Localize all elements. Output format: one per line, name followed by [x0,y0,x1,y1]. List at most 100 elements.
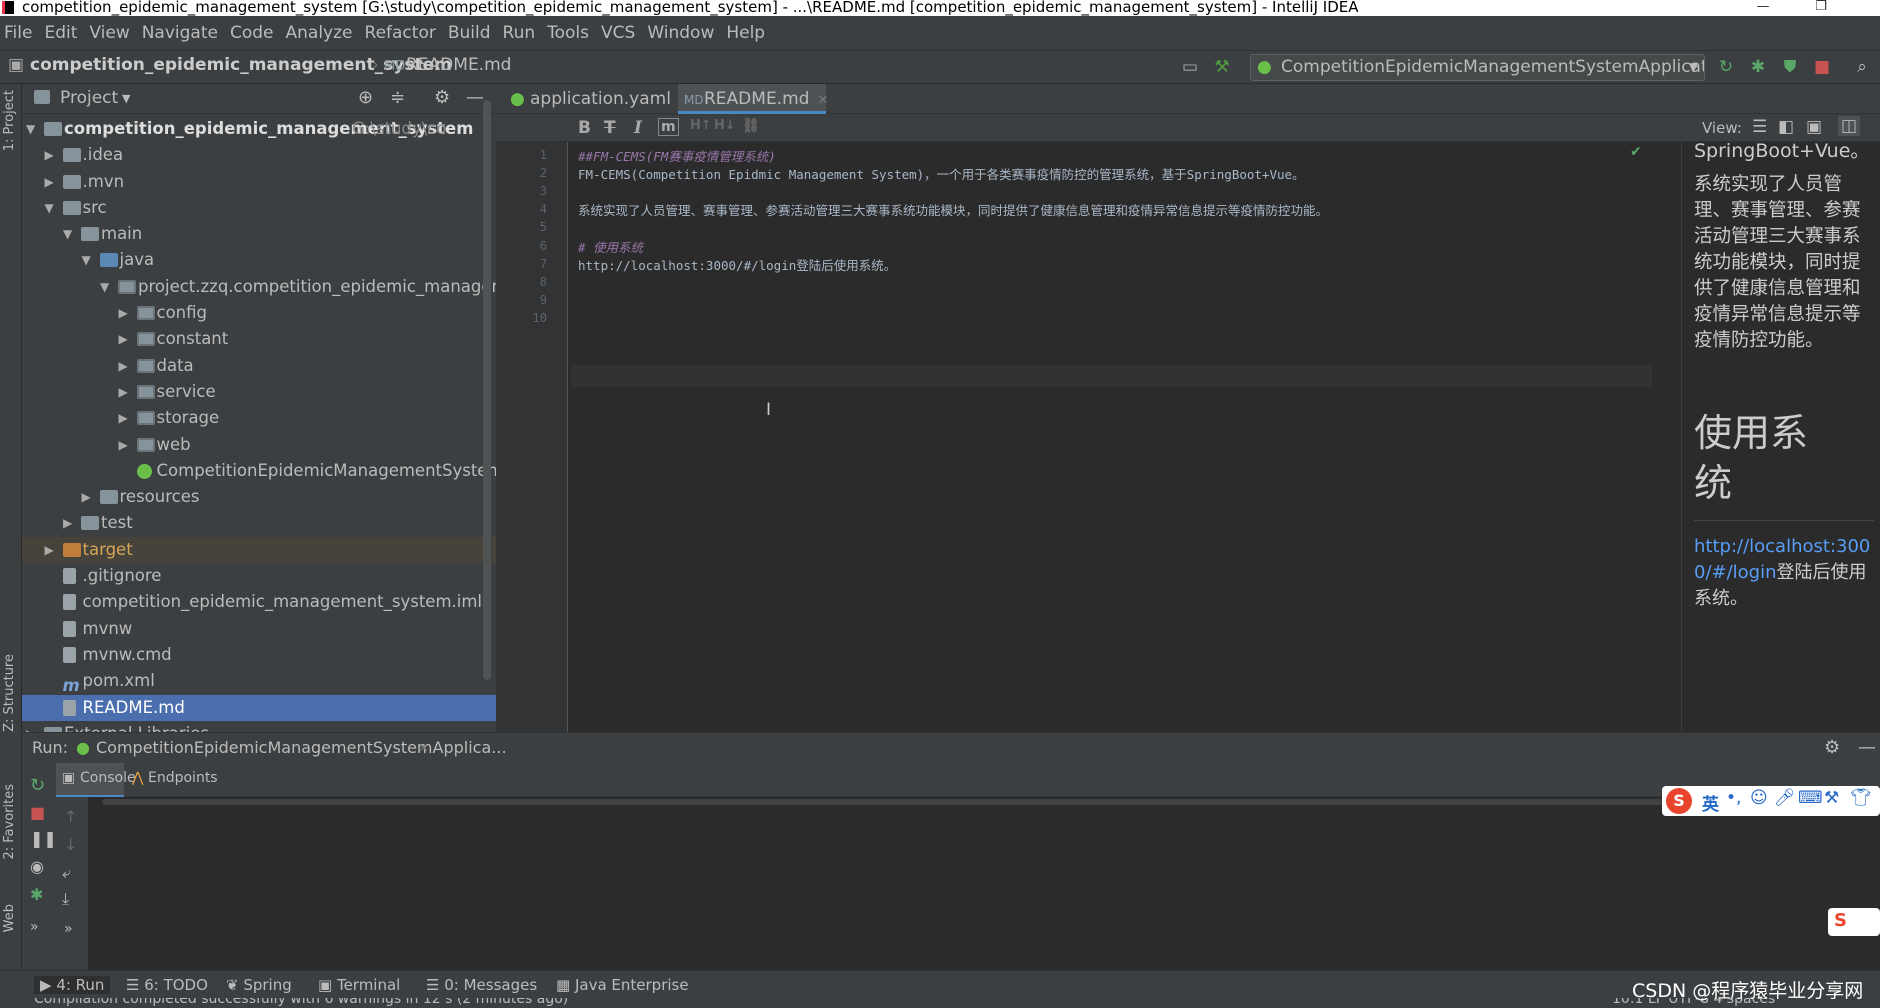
minimize-icon[interactable]: — [1748,0,1778,16]
tree-item[interactable]: ▶ storage [22,405,496,431]
tool-tab-spring[interactable]: ❦ Spring [226,976,292,994]
sogou-logo-icon[interactable]: S [1666,788,1692,814]
tab-console[interactable]: ▣ Console [56,763,136,797]
locate-target-icon[interactable]: ⊕ [358,87,373,108]
arrow-down-icon[interactable]: ↓ [64,835,77,854]
close-icon[interactable]: ✕ [817,93,828,108]
chevron-down-icon[interactable]: ▼ [26,116,38,142]
arrow-up-icon[interactable]: ↑ [64,807,77,826]
tool-tab-terminal[interactable]: ▣ Terminal [318,976,400,994]
tool-tab-project[interactable]: 1: Project [2,90,17,151]
ime-floating-widget[interactable]: S [1828,908,1880,936]
menu-item-file[interactable]: File [4,23,32,43]
tab-readme-md[interactable]: MD README.md ✕ [678,84,828,114]
chevron-down-icon[interactable]: ▼ [82,247,94,273]
chevron-right-icon[interactable]: ▶ [119,405,131,431]
italic-icon[interactable]: I [634,118,642,138]
tool-tab-favorites[interactable]: 2: Favorites [2,784,17,860]
inspection-ok-icon[interactable]: ✔ [1630,144,1642,160]
chevron-right-icon[interactable]: ▶ [45,169,57,195]
soft-wrap-icon[interactable]: ⤶ [62,863,71,883]
tree-item[interactable]: ▶ service [22,379,496,405]
menu-item-build[interactable]: Build [448,23,491,43]
tree-item[interactable]: ▶ config [22,300,496,326]
tree-item[interactable]: mvnw.cmd [22,642,496,668]
debug-bug-icon[interactable]: ✱ [30,885,43,904]
link-icon[interactable]: ⛓ [742,118,760,134]
emoji-icon[interactable]: ☺ [1750,788,1768,808]
code-icon[interactable]: m [658,118,679,136]
maximize-icon[interactable]: ❐ [1806,0,1836,16]
chevron-right-icon[interactable]: ▶ [119,353,131,379]
project-scrollbar[interactable] [483,100,491,680]
console-hscrollbar[interactable] [102,799,1802,805]
chevron-right-icon[interactable]: ▶ [119,379,131,405]
gear-icon[interactable]: ⚙ [434,87,450,108]
ime-language-label[interactable]: 英 [1702,790,1719,815]
chevron-down-icon[interactable]: ▼ [122,92,130,105]
debug-bug-icon[interactable]: ✱ [1748,57,1768,77]
microphone-icon[interactable]: 🎤︎ [1774,788,1796,808]
code-editor[interactable]: ✔ Ⅰ ##FM-CEMS(FM赛事疫情管理系统) FM-CEMS(Competi… [570,142,1652,732]
chevron-down-icon[interactable]: ▼ [63,221,75,247]
tree-item[interactable]: ▶ test [22,510,496,536]
stop-icon[interactable]: ■ [1812,57,1832,77]
tree-item[interactable]: ▼ java [22,247,496,273]
strikethrough-icon[interactable]: T [604,118,616,138]
tab-endpoints[interactable]: ⋀ Endpoints [130,763,220,797]
tree-item[interactable]: .gitignore [22,563,496,589]
run-configuration-select[interactable]: ● CompetitionEpidemicManagementSystemApp… [1250,54,1705,81]
tree-item[interactable]: ▶ data [22,353,496,379]
collapse-all-icon[interactable]: ≑ [390,87,405,108]
coverage-shield-icon[interactable]: ⛊ [1780,57,1800,77]
tool-tab-web[interactable]: Web [2,904,17,932]
tree-item[interactable]: ▶ target [22,536,496,564]
chevron-right-icon[interactable]: ▶ [26,721,38,732]
chevron-down-icon[interactable]: ▼ [45,195,57,221]
tree-item[interactable]: ▼ project.zzq.competition_epidemic_manage… [22,274,496,300]
menu-item-edit[interactable]: Edit [44,23,77,43]
chevron-right-icon[interactable]: ▶ [45,537,57,563]
more-icon[interactable]: » [30,919,39,935]
tree-item[interactable]: ▶ constant [22,326,496,352]
chevron-down-icon[interactable]: ▼ [100,274,112,300]
build-hammer-icon[interactable]: ⚒ [1212,57,1232,77]
menu-item-vcs[interactable]: VCS [601,23,635,43]
chevron-right-icon[interactable]: ▶ [63,510,75,536]
pause-icon[interactable]: ❚❚ [30,829,57,848]
hide-panel-icon[interactable]: — [466,87,484,108]
header-down-icon[interactable]: H↓ [714,118,736,133]
scroll-to-end-icon[interactable]: ⤓ [62,889,69,909]
preview-only-icon[interactable]: ▣ [1806,117,1822,137]
sync-scroll-icon[interactable]: ◫ [1838,116,1861,136]
search-icon[interactable]: ⌕ [1852,57,1872,77]
editor-only-icon[interactable]: ☰ [1752,117,1767,137]
header-up-icon[interactable]: H↑ [690,118,712,133]
tree-item[interactable]: ▶ .mvn [22,169,496,195]
tab-application-yaml[interactable]: ● application.yaml✕ [504,84,690,114]
hide-panel-icon[interactable]: — [1858,737,1876,758]
tree-item[interactable]: ▶ External Libraries [22,721,496,732]
stop-icon[interactable]: ■ [30,803,45,822]
tool-tab-structure[interactable]: Z: Structure [2,654,17,732]
run-config-tab[interactable]: CompetitionEpidemicManagementSystemAppli… [96,738,507,757]
layout-icon[interactable]: ▭ [1180,57,1200,77]
chevron-right-icon[interactable]: ▶ [119,326,131,352]
skin-shirt-icon[interactable]: 👕︎ [1850,788,1872,808]
tool-tab-messages[interactable]: ☰ 0: Messages [426,976,537,994]
tree-item[interactable]: ▼ main [22,221,496,247]
tree-item[interactable]: ▶ .idea [22,142,496,168]
tool-tab-todo[interactable]: ☰ 6: TODO [126,976,208,994]
split-view-icon[interactable]: ◧ [1778,117,1794,137]
tree-item[interactable]: mvnw [22,616,496,642]
tree-item[interactable]: competition_epidemic_management_system.i… [22,589,496,615]
tree-item[interactable]: ▼ src [22,195,496,221]
keyboard-icon[interactable]: ⌨ [1798,788,1823,808]
chevron-right-icon[interactable]: ▶ [119,300,131,326]
more-icon[interactable]: » [64,921,73,937]
menu-item-view[interactable]: View [89,23,129,43]
tool-tab-java-enterprise[interactable]: ▦ Java Enterprise [556,976,689,994]
menu-item-navigate[interactable]: Navigate [142,23,218,43]
menu-item-code[interactable]: Code [230,23,274,43]
gear-icon[interactable]: ⚙ [1824,737,1840,758]
